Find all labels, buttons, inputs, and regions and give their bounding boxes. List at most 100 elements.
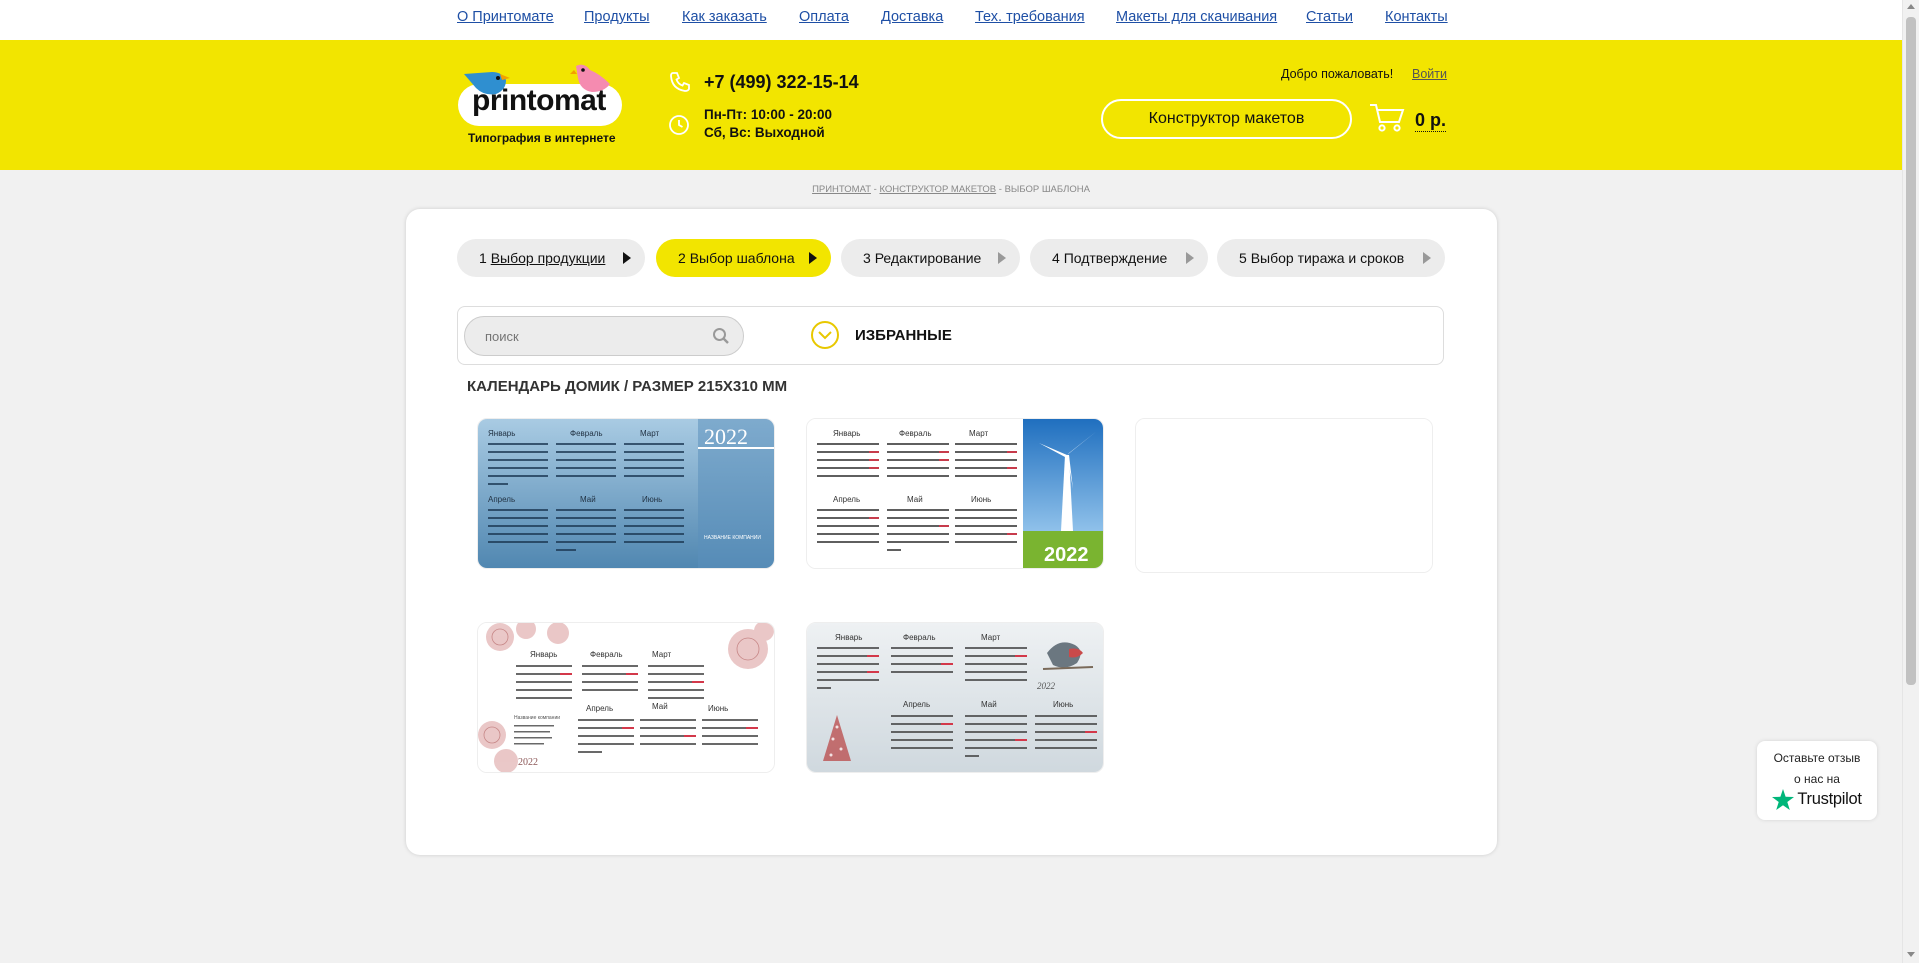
step-1-product[interactable]: 1 Выбор продукции [457,239,645,277]
phone-number[interactable]: +7 (499) 322-15-14 [704,72,859,93]
section-title: КАЛЕНДАРЬ ДОМИК / РАЗМЕР 215Х310 ММ [467,378,788,395]
step-label: Подтверждение [1063,250,1168,266]
breadcrumb-constructor[interactable]: КОНСТРУКТОР МАКЕТОВ [879,184,996,195]
template-card-windmill[interactable]: 2022 Январь Февраль Март Апрель Май Июнь [806,418,1104,569]
month-label: Февраль [899,429,932,438]
month-label: Январь [833,429,860,438]
month-label: Апрель [586,704,613,713]
template-preview-blank [1136,419,1432,572]
step-2-template[interactable]: 2 Выбор шаблона [656,239,831,277]
template-selection-card: 1 Выбор продукции 2 Выбор шаблона 3 Реда… [406,209,1497,855]
month-label: Февраль [903,633,936,642]
template-card-winter-bird[interactable]: 2022 Январь Февраль Март Апрель Май Июнь [806,622,1104,773]
nav-link-about[interactable]: О Принтомате [457,9,554,25]
breadcrumb: ПРИНТОМАТ - КОНСТРУКТОР МАКЕТОВ - ВЫБОР … [0,184,1902,195]
month-label: Март [640,429,659,438]
nav-link-tech-requirements[interactable]: Тех. требования [975,9,1085,25]
logo[interactable]: printomat Типография в интернете [458,62,623,147]
step-number: 1 [479,250,487,266]
template-preview-floral: 2022 Название компании Январь Февраль Ма… [478,623,774,772]
template-preview-winter-bird: 2022 Январь Февраль Март Апрель Май Июнь [807,623,1103,772]
template-year: 2022 [704,424,748,449]
template-card-floral[interactable]: 2022 Название компании Январь Февраль Ма… [477,622,775,773]
step-arrow-icon [1186,252,1194,264]
search-input[interactable] [464,316,744,356]
step-arrow-icon [623,252,631,264]
month-label: Март [981,633,1000,642]
month-label: Июнь [708,704,728,713]
month-label: Май [652,702,668,711]
month-label: Январь [530,650,557,659]
nav-link-products[interactable]: Продукты [584,9,650,25]
nav-link-delivery[interactable]: Доставка [881,9,943,25]
month-label: Январь [835,633,862,642]
login-link[interactable]: Войти [1412,67,1447,81]
trustpilot-brand: Trustpilot [1765,788,1869,810]
step-arrow-icon [809,252,817,264]
template-preview-blue: 2022 НАЗВАНИЕ КОМПАНИИ Январь Февраль Ма… [478,419,774,568]
cart-total[interactable]: 0 р. [1415,110,1447,132]
favorites-label[interactable]: ИЗБРАННЫЕ [855,327,952,344]
template-card-blank[interactable] [1135,418,1433,573]
step-number: 2 [678,250,686,266]
trustpilot-widget[interactable]: Оставьте отзыв о нас на Trustpilot [1757,741,1877,820]
cart-icon[interactable] [1369,102,1405,134]
logo-text: printomat [472,84,606,117]
step-number: 4 [1052,250,1060,266]
scroll-down-arrow-icon[interactable] [1907,952,1915,957]
scrollbar[interactable] [1902,0,1919,963]
step-label: Выбор шаблона [689,250,795,266]
month-label: Апрель [488,495,515,504]
step-4-confirmation[interactable]: 4 Подтверждение [1030,239,1208,277]
step-label: Выбор продукции [490,250,606,266]
step-label: Выбор тиража и сроков [1250,250,1405,266]
trustpilot-text-line1: Оставьте отзыв [1773,751,1861,765]
welcome-text: Добро пожаловать! [1281,67,1394,81]
month-label: Июнь [971,495,991,504]
breadcrumb-home[interactable]: ПРИНТОМАТ [812,184,871,195]
month-label: Май [907,495,923,504]
month-label: Апрель [833,495,860,504]
step-label: Редактирование [874,250,982,266]
month-label: Февраль [570,429,603,438]
template-company: Название компании [514,715,560,721]
month-label: Апрель [903,700,930,709]
top-navigation: О Принтомате Продукты Как заказать Оплат… [0,0,1902,40]
working-hours-weekend: Сб, Вс: Выходной [704,125,825,140]
chevron-down-icon[interactable] [810,320,840,350]
step-arrow-icon [998,252,1006,264]
site-header: printomat Типография в интернете +7 (499… [0,40,1902,170]
search-panel: ИЗБРАННЫЕ [457,306,1444,365]
clock-icon [669,115,689,135]
nav-link-downloads[interactable]: Макеты для скачивания [1116,9,1277,25]
layout-constructor-button[interactable]: Конструктор макетов [1101,99,1352,139]
step-arrow-icon [1423,252,1431,264]
scrollbar-thumb[interactable] [1906,17,1916,685]
nav-link-payment[interactable]: Оплата [799,9,849,25]
template-preview-windmill: 2022 Январь Февраль Март Апрель Май Июнь [807,419,1103,568]
month-label: Май [981,700,997,709]
star-icon [1772,788,1795,810]
nav-link-how-to-order[interactable]: Как заказать [682,9,767,25]
breadcrumb-current: ВЫБОР ШАБЛОНА [1004,184,1090,195]
template-card-blue[interactable]: 2022 НАЗВАНИЕ КОМПАНИИ Январь Февраль Ма… [477,418,775,569]
phone-icon [670,72,690,92]
breadcrumb-separator: - [873,184,877,195]
template-year: 2022 [1044,544,1089,566]
month-label: Май [580,495,596,504]
month-label: Июнь [1053,700,1073,709]
nav-link-contacts[interactable]: Контакты [1385,9,1448,25]
trustpilot-name: Trustpilot [1797,789,1862,808]
search-icon[interactable] [712,327,730,345]
template-year: 2022 [518,757,538,768]
step-3-editing[interactable]: 3 Редактирование [841,239,1020,277]
step-number: 5 [1239,250,1247,266]
template-company: НАЗВАНИЕ КОМПАНИИ [704,535,761,541]
month-label: Июнь [642,495,662,504]
logo-tagline: Типография в интернете [468,131,616,145]
step-number: 3 [863,250,871,266]
step-5-circulation[interactable]: 5 Выбор тиража и сроков [1217,239,1445,277]
nav-link-articles[interactable]: Статьи [1306,9,1353,25]
scroll-up-arrow-icon[interactable] [1907,4,1915,9]
template-year: 2022 [1037,681,1056,691]
